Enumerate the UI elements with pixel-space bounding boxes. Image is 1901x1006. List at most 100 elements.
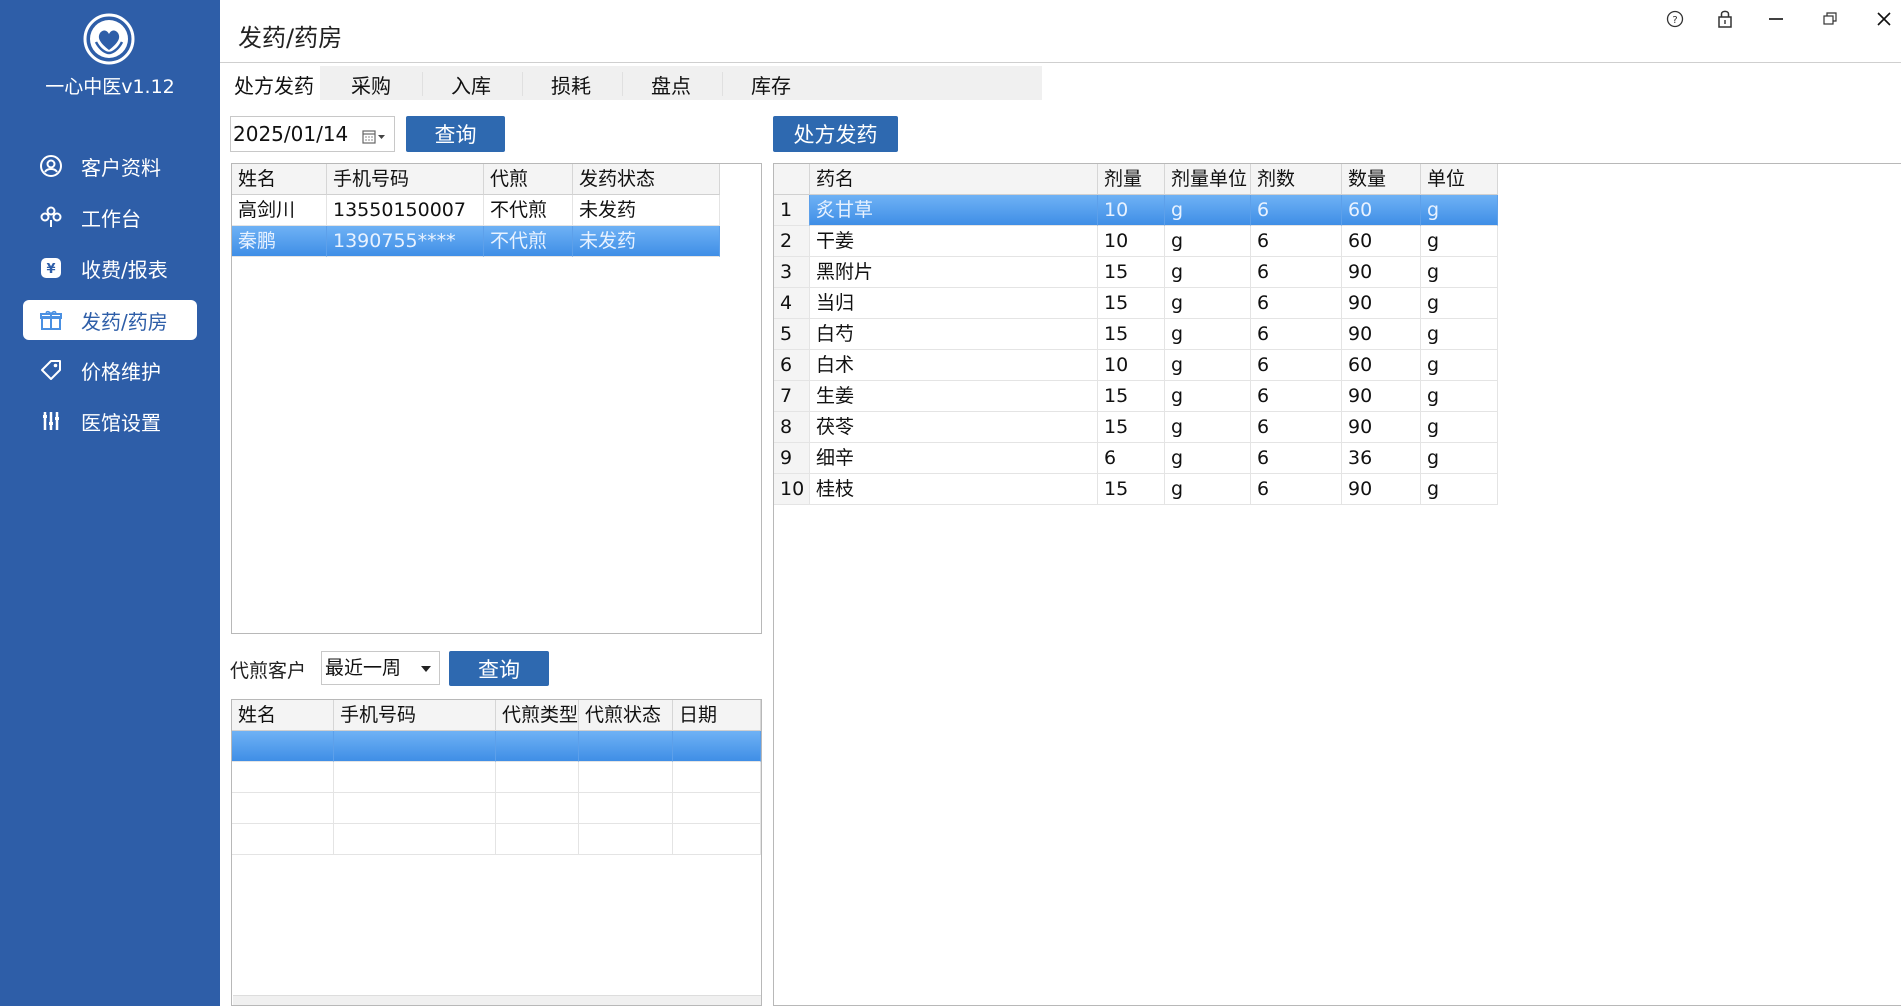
- title-divider: [220, 62, 1901, 63]
- app-name: 一心中医v1.12: [45, 76, 175, 98]
- table-cell: g: [1421, 412, 1498, 443]
- table-row[interactable]: [232, 762, 761, 793]
- table-cell: 15: [1098, 257, 1165, 288]
- column-header[interactable]: 单位: [1421, 164, 1498, 195]
- table-row[interactable]: 2 干姜 10 g 6 60 g: [774, 226, 1498, 257]
- table-row[interactable]: 4 当归 15 g 6 90 g: [774, 288, 1498, 319]
- tab-loss[interactable]: 损耗: [522, 68, 620, 100]
- tab-stocktake[interactable]: 盘点: [622, 68, 720, 100]
- table-cell: [673, 731, 761, 762]
- column-header[interactable]: 手机号码: [327, 164, 484, 195]
- table-row[interactable]: 高剑川 13550150007 不代煎 未发药: [232, 195, 720, 226]
- table-cell: [579, 731, 673, 762]
- table-cell: g: [1165, 319, 1251, 350]
- table-row[interactable]: 1 炙甘草 10 g 6 60 g: [774, 195, 1498, 226]
- table-row[interactable]: 3 黑附片 15 g 6 90 g: [774, 257, 1498, 288]
- help-icon[interactable]: ?: [1658, 4, 1692, 34]
- table-cell: 9: [774, 443, 810, 474]
- sidebar-item-customers[interactable]: 客户资料: [23, 146, 197, 186]
- tab-purchase[interactable]: 采购: [322, 68, 420, 100]
- table-cell: 未发药: [573, 226, 720, 257]
- table-cell: [232, 793, 334, 824]
- calendar-dropdown-icon[interactable]: [362, 126, 388, 150]
- sidebar-item-pharmacy[interactable]: 发药/药房: [23, 300, 197, 340]
- svg-text:?: ?: [1672, 15, 1677, 26]
- table-cell: 10: [1098, 350, 1165, 381]
- svg-text:¥: ¥: [46, 262, 55, 277]
- chevron-down-icon: [421, 666, 431, 672]
- table-cell: [579, 824, 673, 855]
- column-header[interactable]: 代煎类型: [496, 700, 579, 731]
- table-cell: 白术: [810, 350, 1098, 381]
- table-cell: 细辛: [810, 443, 1098, 474]
- column-header[interactable]: 手机号码: [334, 700, 496, 731]
- workbench-icon: [37, 203, 65, 231]
- minimize-icon[interactable]: [1759, 4, 1793, 34]
- decoction-query-button[interactable]: 查询: [449, 651, 549, 686]
- column-header[interactable]: 发药状态: [573, 164, 720, 195]
- sidebar-item-billing[interactable]: ¥ 收费/报表: [23, 248, 197, 288]
- table-row[interactable]: 5 白芍 15 g 6 90 g: [774, 319, 1498, 350]
- table-row[interactable]: [232, 824, 761, 855]
- table-cell: [334, 731, 496, 762]
- table-row[interactable]: [232, 731, 761, 762]
- table-cell: [579, 762, 673, 793]
- table-cell: 3: [774, 257, 810, 288]
- column-header[interactable]: [774, 164, 810, 195]
- table-cell: [334, 824, 496, 855]
- column-header[interactable]: 剂量: [1098, 164, 1165, 195]
- table-cell: 10: [774, 474, 810, 505]
- table-cell: 不代煎: [484, 195, 573, 226]
- table-cell: 15: [1098, 412, 1165, 443]
- column-header[interactable]: 剂数: [1251, 164, 1342, 195]
- table-cell: g: [1421, 288, 1498, 319]
- table-cell: 6: [1098, 443, 1165, 474]
- sidebar-item-label: 价格维护: [81, 359, 161, 384]
- sidebar-item-pricing[interactable]: 价格维护: [23, 350, 197, 390]
- table-cell: 不代煎: [484, 226, 573, 257]
- restore-icon[interactable]: [1813, 4, 1847, 34]
- table-cell: [496, 793, 579, 824]
- table-header: 药名 剂量 剂量单位 剂数 数量 单位: [774, 164, 1498, 195]
- table-cell: g: [1165, 195, 1251, 226]
- sidebar-item-workbench[interactable]: 工作台: [23, 197, 197, 237]
- column-header[interactable]: 代煎状态: [579, 700, 673, 731]
- period-select[interactable]: 最近一周: [321, 651, 440, 685]
- column-header[interactable]: 数量: [1342, 164, 1421, 195]
- tab-bar: 处方发药 采购 入库 损耗 盘点 库存: [220, 64, 1901, 102]
- decoction-customer-label: 代煎客户: [230, 660, 307, 682]
- tab-prescription-dispense[interactable]: 处方发药: [228, 68, 320, 100]
- table-row[interactable]: 7 生姜 15 g 6 90 g: [774, 381, 1498, 412]
- table-row[interactable]: 6 白术 10 g 6 60 g: [774, 350, 1498, 381]
- table-cell: g: [1165, 474, 1251, 505]
- tab-inventory[interactable]: 库存: [722, 68, 820, 100]
- column-header[interactable]: 药名: [810, 164, 1098, 195]
- table-cell: [232, 824, 334, 855]
- horizontal-scrollbar[interactable]: [233, 995, 761, 1005]
- table-cell: 6: [1251, 257, 1342, 288]
- table-cell: [496, 762, 579, 793]
- dispense-prescription-button[interactable]: 处方发药: [773, 116, 898, 152]
- table-row[interactable]: 秦鹏 1390755**** 不代煎 未发药: [232, 226, 720, 257]
- column-header[interactable]: 姓名: [232, 164, 327, 195]
- tab-inbound[interactable]: 入库: [422, 68, 520, 100]
- sidebar-item-label: 工作台: [81, 206, 141, 231]
- table-row[interactable]: [232, 793, 761, 824]
- column-header[interactable]: 剂量单位: [1165, 164, 1251, 195]
- close-icon[interactable]: [1867, 4, 1901, 34]
- table-cell: 60: [1342, 195, 1421, 226]
- table-row[interactable]: 8 茯苓 15 g 6 90 g: [774, 412, 1498, 443]
- lock-icon[interactable]: [1708, 4, 1742, 34]
- table-cell: 生姜: [810, 381, 1098, 412]
- column-header[interactable]: 姓名: [232, 700, 334, 731]
- date-picker[interactable]: 2025/01/14: [230, 116, 395, 152]
- query-button[interactable]: 查询: [406, 116, 505, 152]
- table-cell: [232, 731, 334, 762]
- column-header[interactable]: 日期: [673, 700, 761, 731]
- table-row[interactable]: 10 桂枝 15 g 6 90 g: [774, 474, 1498, 505]
- sidebar-item-settings[interactable]: 医馆设置: [23, 401, 197, 441]
- table-row[interactable]: 9 细辛 6 g 6 36 g: [774, 443, 1498, 474]
- column-header[interactable]: 代煎: [484, 164, 573, 195]
- table-cell: 90: [1342, 381, 1421, 412]
- table-cell: 6: [1251, 412, 1342, 443]
